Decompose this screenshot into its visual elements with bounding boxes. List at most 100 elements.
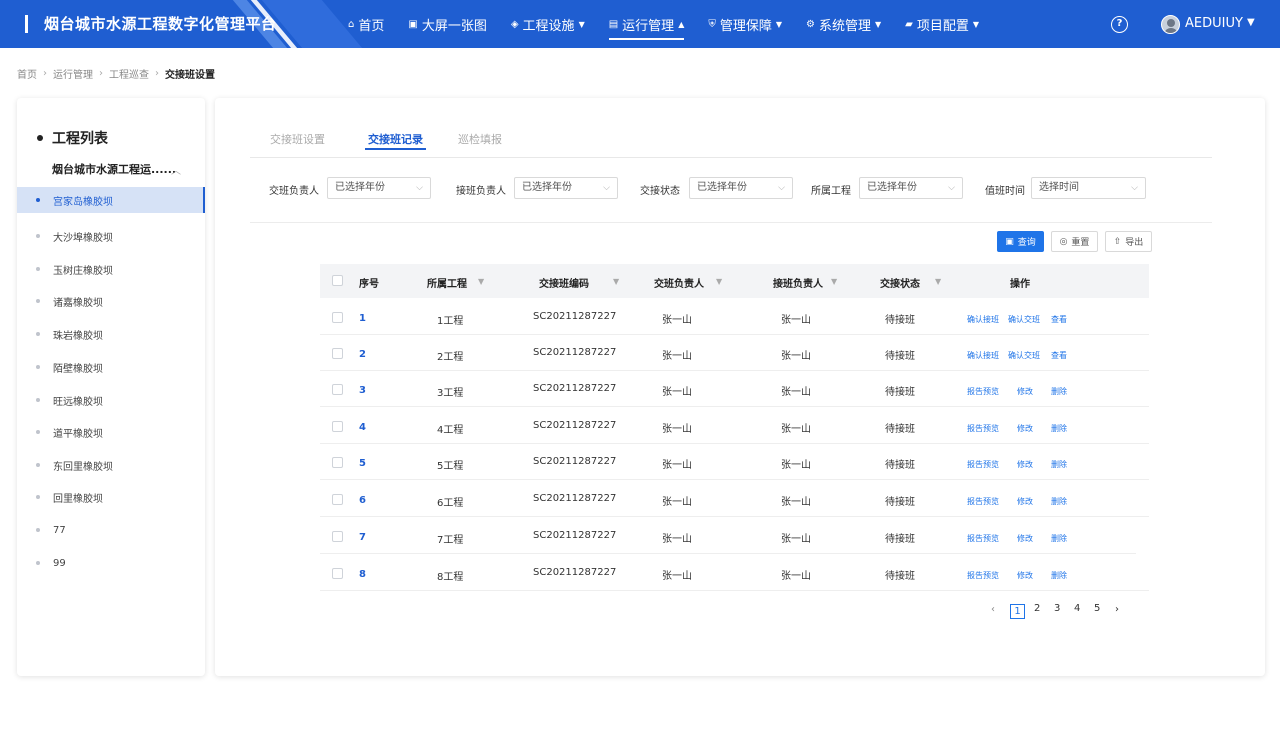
prev-page-icon[interactable]: ‹ xyxy=(991,604,995,615)
row-action-link[interactable]: 报告预览 xyxy=(967,423,999,434)
handover-code: SC20211287227 xyxy=(533,530,617,541)
nav-item[interactable]: ⚙ 系统管理 ▼ xyxy=(806,0,881,48)
nav-item[interactable]: ◈ 工程设施 ▼ xyxy=(511,0,585,48)
sidebar-item[interactable]: 东回里橡胶坝 xyxy=(17,452,205,478)
row-action-link[interactable]: 确认交班 xyxy=(1008,350,1040,361)
row-action-link[interactable]: 修改 xyxy=(1017,570,1033,581)
row-checkbox[interactable] xyxy=(332,312,343,323)
nav-label: 管理保障 xyxy=(719,18,772,34)
tab[interactable]: 巡检填报 xyxy=(458,131,502,147)
nav-item[interactable]: ▣ 大屏一张图 xyxy=(408,0,486,48)
row-action-link[interactable]: 删除 xyxy=(1051,423,1067,434)
row-checkbox[interactable] xyxy=(332,348,343,359)
chevron-down-icon: ⌵ xyxy=(1131,183,1138,193)
table-row: 1 1工程 SC20211287227 张一山 张一山 待接班 确认接班 确认交班 查看 xyxy=(320,298,1149,335)
row-action-link[interactable]: 修改 xyxy=(1017,386,1033,397)
sidebar-item[interactable]: 道平橡胶坝 xyxy=(17,419,205,445)
filter-icon[interactable]: ▼ xyxy=(831,277,837,286)
page-button[interactable]: 5 xyxy=(1094,603,1100,614)
help-icon[interactable]: ? xyxy=(1111,16,1128,33)
handover-person: 张一山 xyxy=(662,315,692,326)
row-checkbox[interactable] xyxy=(332,494,343,505)
select-value: 已选择年份 xyxy=(335,182,385,193)
chevron-down-icon[interactable]: ▼ xyxy=(1247,17,1255,28)
sidebar-item[interactable]: 诸嘉橡胶坝 xyxy=(17,288,205,314)
sidebar-item[interactable]: 陌壁橡胶坝 xyxy=(17,354,205,380)
export-button[interactable]: ⇧ 导出 xyxy=(1105,231,1152,252)
breadcrumb-item[interactable]: 首页 xyxy=(17,66,37,81)
breadcrumb-item[interactable]: 运行管理 xyxy=(53,66,93,81)
row-checkbox[interactable] xyxy=(332,457,343,468)
page-button[interactable]: 2 xyxy=(1034,603,1040,614)
page-button-current[interactable]: 1 xyxy=(1010,604,1025,619)
row-checkbox[interactable] xyxy=(332,531,343,542)
row-action-link[interactable]: 报告预览 xyxy=(967,533,999,544)
bullet-icon xyxy=(36,463,40,467)
sidebar-item[interactable]: 77 xyxy=(17,517,205,543)
sidebar-item[interactable]: 99 xyxy=(17,550,205,576)
row-action-link[interactable]: 修改 xyxy=(1017,423,1033,434)
home-icon: ⌂ xyxy=(348,18,355,30)
reset-button[interactable]: ◎ 重置 xyxy=(1051,231,1098,252)
row-action-link[interactable]: 删除 xyxy=(1051,570,1067,581)
chevron-up-icon[interactable]: ︿ xyxy=(171,162,181,177)
sidebar-item[interactable]: 玉树庄橡胶坝 xyxy=(17,256,205,282)
nav-item[interactable]: ⌂ 首页 xyxy=(348,0,384,48)
breadcrumb-item[interactable]: 工程巡查 xyxy=(109,66,149,81)
filter-select[interactable]: 已选择年份 ⌵ xyxy=(327,177,431,199)
sidebar-item[interactable]: 大沙埠橡胶坝 xyxy=(17,223,205,249)
tab[interactable]: 交接班记录 xyxy=(365,131,426,150)
breadcrumb: 首页 › 运行管理 › 工程巡查 › 交接班设置 xyxy=(17,66,215,81)
row-action-link[interactable]: 确认交班 xyxy=(1008,314,1040,325)
nav-item[interactable]: ▤ 运行管理 ▲ xyxy=(608,0,684,48)
tab[interactable]: 交接班设置 xyxy=(270,131,325,147)
next-page-icon[interactable]: › xyxy=(1115,604,1119,615)
row-action-link[interactable]: 删除 xyxy=(1051,459,1067,470)
row-action-link[interactable]: 修改 xyxy=(1017,496,1033,507)
row-action-link[interactable]: 查看 xyxy=(1051,314,1067,325)
select-value: 已选择年份 xyxy=(522,182,572,193)
nav-item[interactable]: ▰ 项目配置 ▼ xyxy=(905,0,979,48)
sidebar-item[interactable]: 宫家岛橡胶坝 xyxy=(17,187,205,213)
page-button[interactable]: 3 xyxy=(1054,603,1060,614)
select-all-checkbox[interactable] xyxy=(332,275,343,286)
filter-select[interactable]: 已选择年份 ⌵ xyxy=(514,177,618,199)
row-checkbox[interactable] xyxy=(332,568,343,579)
filter-select[interactable]: 已选择年份 ⌵ xyxy=(859,177,963,199)
sidebar-item-label: 77 xyxy=(53,524,66,536)
chevron-down-icon: ⌵ xyxy=(416,183,423,193)
nav-item[interactable]: ⛨ 管理保障 ▼ xyxy=(708,0,782,48)
row-action-link[interactable]: 报告预览 xyxy=(967,386,999,397)
row-action-link[interactable]: 查看 xyxy=(1051,350,1067,361)
row-action-link[interactable]: 删除 xyxy=(1051,533,1067,544)
export-icon: ⇧ xyxy=(1113,236,1122,247)
row-action-link[interactable]: 确认接班 xyxy=(967,314,999,325)
sidebar-item[interactable]: 旺远橡胶坝 xyxy=(17,387,205,413)
project-name: 5工程 xyxy=(437,461,464,472)
project-group[interactable]: 烟台城市水源工程运...... xyxy=(52,161,176,177)
avatar[interactable] xyxy=(1161,15,1180,34)
filter-select[interactable]: 已选择年份 ⌵ xyxy=(689,177,793,199)
row-action-link[interactable]: 报告预览 xyxy=(967,570,999,581)
row-action-link[interactable]: 修改 xyxy=(1017,459,1033,470)
filter-icon[interactable]: ▼ xyxy=(716,277,722,286)
query-button[interactable]: ▣ 查询 xyxy=(997,231,1044,252)
bullet-icon xyxy=(36,234,40,238)
row-checkbox[interactable] xyxy=(332,421,343,432)
row-action-link[interactable]: 报告预览 xyxy=(967,496,999,507)
row-checkbox[interactable] xyxy=(332,384,343,395)
project-list-panel: 工程列表 烟台城市水源工程运...... ︿ 宫家岛橡胶坝 大沙埠橡胶坝 玉树庄橡胶… xyxy=(17,98,205,676)
row-action-link[interactable]: 修改 xyxy=(1017,533,1033,544)
username[interactable]: AEDUIUY xyxy=(1185,16,1243,31)
filter-icon[interactable]: ▼ xyxy=(478,277,484,286)
sidebar-item[interactable]: 回里橡胶坝 xyxy=(17,484,205,510)
sidebar-item[interactable]: 珠岩橡胶坝 xyxy=(17,321,205,347)
row-action-link[interactable]: 确认接班 xyxy=(967,350,999,361)
filter-icon[interactable]: ▼ xyxy=(935,277,941,286)
row-action-link[interactable]: 删除 xyxy=(1051,386,1067,397)
page-button[interactable]: 4 xyxy=(1074,603,1080,614)
row-action-link[interactable]: 删除 xyxy=(1051,496,1067,507)
filter-select[interactable]: 选择时间 ⌵ xyxy=(1031,177,1146,199)
row-action-link[interactable]: 报告预览 xyxy=(967,459,999,470)
filter-icon[interactable]: ▼ xyxy=(613,277,619,286)
